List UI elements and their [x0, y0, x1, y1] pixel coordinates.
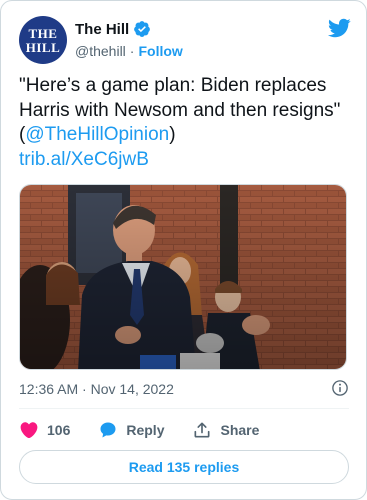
reply-label: Reply	[126, 422, 165, 438]
heart-icon	[20, 422, 38, 439]
avatar[interactable]: THE HILL	[19, 16, 67, 64]
share-icon	[194, 422, 210, 438]
author-display-name[interactable]: The Hill	[75, 21, 129, 38]
avatar-text-line2: HILL	[25, 39, 61, 55]
tweet-header: THE HILL The Hill @thehill · Follow	[19, 16, 351, 68]
reply-button[interactable]: Reply	[98, 420, 164, 440]
author-handle[interactable]: @thehill	[75, 43, 126, 59]
tweet-actions: 106 Reply Share	[19, 419, 287, 441]
divider	[19, 408, 349, 409]
tweet-meta: 12:36 AM · Nov 14, 2022	[19, 379, 351, 399]
tweet-link[interactable]: trib.al/XeC6jwB	[19, 149, 149, 170]
tweet-card: THE HILL The Hill @thehill · Follow "Her…	[0, 0, 367, 500]
tweet-text: "Here’s a game plan: Biden replaces Harr…	[19, 74, 349, 172]
separator-dot: ·	[129, 43, 135, 59]
verified-badge-icon	[134, 21, 151, 37]
share-label: Share	[220, 422, 260, 438]
follow-button[interactable]: Follow	[138, 43, 182, 59]
author-info: The Hill @thehill · Follow	[75, 19, 183, 61]
twitter-bird-icon[interactable]	[327, 16, 351, 40]
read-replies-button[interactable]: Read 135 replies	[19, 450, 349, 484]
share-button[interactable]: Share	[192, 420, 259, 440]
like-button[interactable]: 106	[19, 420, 70, 440]
info-icon[interactable]	[331, 379, 349, 397]
like-count: 106	[47, 422, 71, 438]
read-replies-label: Read 135 replies	[128, 459, 240, 475]
avatar-text-line1: THE	[28, 25, 58, 41]
mention-link[interactable]: @TheHillOpinion	[25, 124, 169, 145]
tweet-body-close: )	[169, 124, 176, 145]
tweet-photo[interactable]	[19, 184, 347, 370]
tweet-timestamp[interactable]: 12:36 AM · Nov 14, 2022	[19, 381, 174, 397]
reply-bubble-icon	[100, 422, 116, 438]
photo-illustration	[20, 185, 346, 369]
